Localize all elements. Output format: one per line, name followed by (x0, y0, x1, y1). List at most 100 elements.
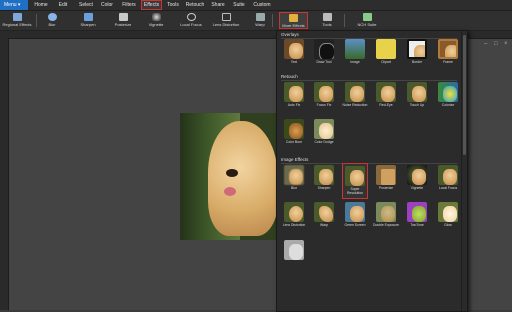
item-label: Super Resolution (346, 187, 364, 195)
close-icon[interactable]: × (504, 41, 509, 47)
vignette-button[interactable]: Vignette (145, 12, 167, 29)
text-thumb-icon (284, 39, 304, 59)
retouch-touch-up[interactable]: Touch Up (404, 82, 430, 112)
overlay-frame[interactable]: Frame (435, 39, 461, 69)
warp-button[interactable]: Warp (252, 12, 268, 29)
nch-suite-icon (362, 13, 372, 21)
toolbar-divider (344, 14, 345, 27)
item-label: Lens Distortion (282, 223, 306, 227)
item-label: Local Focus (438, 186, 458, 190)
effect-lens-distortion[interactable]: Lens Distortion (281, 202, 307, 232)
minimize-icon[interactable]: – (484, 41, 489, 47)
effect-local-focus[interactable]: Local Focus (435, 165, 461, 195)
twotone-thumb-icon (407, 202, 427, 222)
effect-vignette[interactable]: Vignette (404, 165, 430, 195)
effect-super-resolution[interactable]: Super Resolution (342, 163, 368, 199)
item-label: TwoTone (410, 223, 424, 227)
tab-tools[interactable]: Tools (165, 0, 181, 10)
posterize-button[interactable]: Posterize (111, 12, 135, 29)
item-label: Blur (290, 186, 298, 190)
blur-button[interactable]: Blur (42, 12, 62, 29)
effect-blur[interactable]: Blur (281, 165, 307, 195)
lens-distortion-button[interactable]: Lens Distortion (211, 12, 241, 29)
item-label: Double Exposure (373, 223, 400, 227)
overlay-clipart[interactable]: Clipart (373, 39, 399, 69)
tab-home[interactable]: Home (33, 0, 49, 10)
nch-suite-button[interactable]: NCH Suite (355, 12, 379, 29)
effect-posterize[interactable]: Posterize (373, 165, 399, 195)
frame-thumb-icon (438, 39, 458, 59)
sharpen-button[interactable]: Sharpen (77, 12, 99, 29)
restore-icon[interactable]: □ (494, 41, 499, 47)
item-label: Color Burn (285, 140, 303, 144)
touch-up-thumb-icon (407, 82, 427, 102)
tab-filters[interactable]: Filters (120, 0, 138, 10)
section-divider (281, 38, 457, 39)
super-resolution-thumb-icon (345, 166, 365, 186)
warp-thumb-icon (314, 202, 334, 222)
effects-toolbar: Regional Effects Blur Sharpen Posterize … (0, 11, 512, 31)
dog-tongue (224, 187, 236, 196)
overlay-image[interactable]: Image (342, 39, 368, 69)
red-eye-thumb-icon (376, 82, 396, 102)
lens-distortion-icon (221, 13, 231, 21)
regional-effects-button[interactable]: Regional Effects (0, 12, 34, 29)
overlay-draw-tool[interactable]: Draw Tool (311, 39, 337, 69)
effect-green-screen[interactable]: Green Screen (342, 202, 368, 232)
item-label: Colorize (441, 103, 455, 107)
local-focus-label: Local Focus (180, 22, 202, 27)
regional-effects-icon (12, 13, 22, 21)
menu-button-label: Menu (4, 2, 17, 8)
sharpen-icon (83, 13, 93, 21)
local-focus-button[interactable]: Local Focus (178, 12, 204, 29)
retouch-color-burn[interactable]: Color Burn (281, 119, 307, 149)
tab-select[interactable]: Select (77, 0, 95, 10)
section-retouch-title: Retouch (281, 74, 298, 79)
effect-double-exposure[interactable]: Double Exposure (373, 202, 399, 238)
retouch-noise-reduction[interactable]: Noise Reduction (342, 82, 368, 112)
tab-effects[interactable]: Effects (141, 0, 162, 10)
retouch-red-eye[interactable]: Red-Eye (373, 82, 399, 112)
vignette-label: Vignette (148, 22, 164, 27)
item-label: Frame (443, 60, 453, 64)
menu-button[interactable]: Menu ▾ (0, 0, 28, 10)
color-burn-thumb-icon (284, 119, 304, 139)
retouch-focus-fix[interactable]: Focus Fix (311, 82, 337, 112)
grayscale-thumb-icon (284, 240, 304, 260)
effect-warp[interactable]: Warp (311, 202, 337, 232)
overlay-border[interactable]: Border (404, 39, 430, 69)
toolbar-divider (272, 14, 273, 27)
effect-sharpen[interactable]: Sharpen (311, 165, 337, 195)
tab-suite[interactable]: Suite (231, 0, 247, 10)
tab-retouch[interactable]: Retouch (185, 0, 205, 10)
vignette-icon (151, 13, 161, 21)
sharpen-thumb-icon (314, 165, 334, 185)
tools-label: Tools (322, 22, 332, 27)
green-screen-thumb-icon (345, 202, 365, 222)
blur-thumb-icon (284, 165, 304, 185)
effect-glow[interactable]: Glow (435, 202, 461, 232)
more-effects-button[interactable]: More Effects (279, 12, 308, 29)
scroll-thumb[interactable] (463, 35, 466, 155)
tab-color[interactable]: Color (99, 0, 115, 10)
toolbar-divider (36, 14, 37, 27)
item-label: Clipart (381, 60, 391, 64)
effect-more-item[interactable] (281, 240, 307, 270)
overlay-text[interactable]: Text (281, 39, 307, 69)
item-label: Color Dodge (314, 140, 334, 144)
tab-share[interactable]: Share (209, 0, 227, 10)
item-label: Focus Fix (316, 103, 332, 107)
retouch-colorize[interactable]: Colorize (435, 82, 461, 112)
tab-edit[interactable]: Edit (55, 0, 71, 10)
dropdown-scrollbar[interactable] (461, 31, 467, 311)
tools-button[interactable]: Tools (316, 12, 338, 29)
item-label: Touch Up (409, 103, 425, 107)
retouch-auto-fix[interactable]: Auto Fix (281, 82, 307, 112)
tab-custom[interactable]: Custom (251, 0, 273, 10)
noise-reduction-thumb-icon (345, 82, 365, 102)
effect-twotone[interactable]: TwoTone (404, 202, 430, 232)
retouch-color-dodge[interactable]: Color Dodge (311, 119, 337, 149)
regional-effects-label: Regional Effects (2, 22, 32, 27)
item-label: Auto Fix (287, 103, 301, 107)
dog-photo[interactable] (180, 113, 278, 240)
